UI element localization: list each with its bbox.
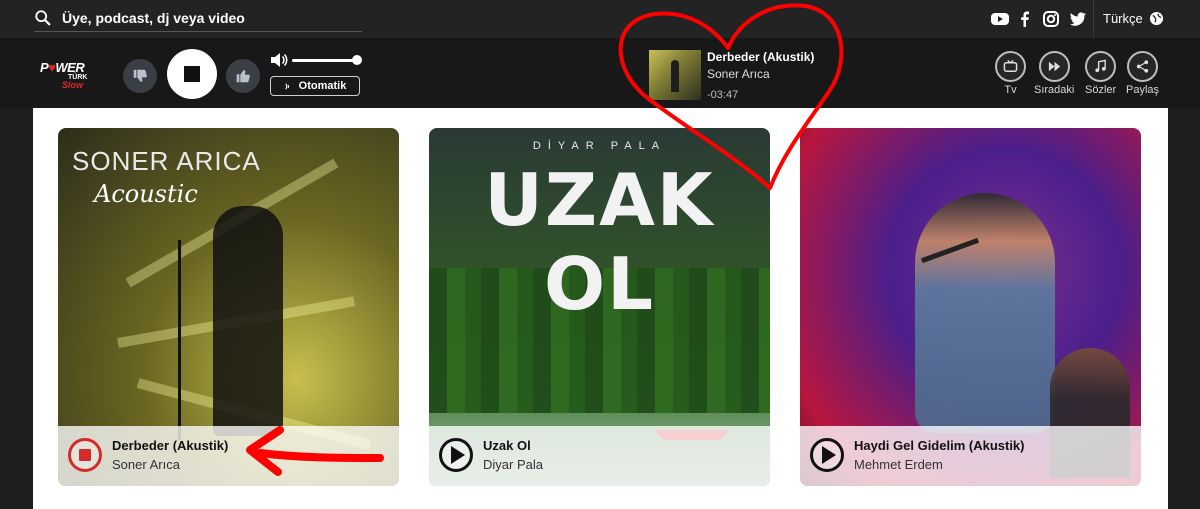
share-icon <box>1136 60 1149 73</box>
song-artist[interactable]: Mehmet Erdem <box>854 457 943 472</box>
volume-slider[interactable] <box>292 59 358 62</box>
play-icon <box>451 446 465 464</box>
singer-photo <box>915 193 1055 433</box>
tv-icon <box>1003 59 1018 72</box>
cover-title-text: UZAK OL <box>484 158 715 326</box>
song-title[interactable]: Haydi Gel Gidelim (Akustik) <box>854 438 1025 453</box>
lyrics-icon <box>1095 59 1106 73</box>
song-card[interactable]: SONER ARICA Acoustic Derbeder (Akustik) … <box>58 128 399 486</box>
search-bar <box>34 4 362 32</box>
like-button[interactable] <box>226 59 260 93</box>
stop-button[interactable] <box>167 49 217 99</box>
now-playing-cover[interactable] <box>649 50 701 100</box>
song-caption: Derbeder (Akustik) Soner Arıca <box>58 426 399 486</box>
top-bar: Türkçe <box>0 0 1200 38</box>
volume-slider-handle[interactable] <box>352 55 362 65</box>
lyrics-button[interactable]: Sözler <box>1085 51 1116 96</box>
autoplay-label: Otomatik <box>298 80 347 92</box>
volume-icon[interactable] <box>270 52 288 68</box>
dislike-button[interactable] <box>123 59 157 93</box>
song-artist[interactable]: Diyar Pala <box>483 457 543 472</box>
thumbs-down-icon <box>133 69 147 82</box>
tv-button[interactable]: Tv <box>995 51 1026 96</box>
lyrics-label: Sözler <box>1085 84 1117 96</box>
mic-stand <box>178 240 181 440</box>
divider <box>1093 0 1094 38</box>
search-input[interactable] <box>62 9 352 26</box>
play-song-button[interactable] <box>439 438 473 472</box>
cover-artist-text: SONER ARICA <box>72 146 261 176</box>
next-icon <box>1048 61 1060 72</box>
song-caption: Uzak Ol Diyar Pala <box>429 426 770 486</box>
twitter-icon[interactable] <box>1068 10 1086 28</box>
share-button[interactable]: Paylaş <box>1126 51 1159 96</box>
language-selector[interactable]: Türkçe <box>1103 11 1164 26</box>
signal-icon <box>284 82 289 90</box>
stop-icon <box>79 449 91 461</box>
singer-silhouette <box>213 206 283 436</box>
search-icon[interactable] <box>34 9 52 27</box>
play-icon <box>822 446 836 464</box>
song-card[interactable]: DİYAR PALA UZAK OL Uzak Ol Diyar Pala <box>429 128 770 486</box>
tv-label: Tv <box>1004 84 1017 96</box>
play-song-button[interactable] <box>810 438 844 472</box>
up-next-button[interactable]: Sıradaki <box>1034 51 1074 96</box>
facebook-icon[interactable] <box>1016 10 1034 28</box>
youtube-icon[interactable] <box>990 10 1009 28</box>
language-label: Türkçe <box>1103 11 1143 26</box>
up-next-label: Sıradaki <box>1034 84 1075 96</box>
thumbs-up-icon <box>236 70 250 83</box>
autoplay-toggle[interactable]: Otomatik <box>270 76 360 96</box>
song-title[interactable]: Uzak Ol <box>483 438 531 453</box>
song-title[interactable]: Derbeder (Akustik) <box>112 438 228 453</box>
song-card[interactable]: Haydi Gel Gidelim (Akustik) Mehmet Erdem <box>800 128 1141 486</box>
powerturk-slow-logo[interactable]: P♥WER TÜRK Slow <box>40 60 98 90</box>
social-links <box>990 10 1086 28</box>
instagram-icon[interactable] <box>1042 10 1060 28</box>
song-caption: Haydi Gel Gidelim (Akustik) Mehmet Erdem <box>800 426 1141 486</box>
logo-wordmark: P♥WER <box>40 60 85 75</box>
globe-icon <box>1149 11 1163 26</box>
now-playing-title: Derbeder (Akustik) <box>707 50 815 64</box>
share-label: Paylaş <box>1126 84 1160 96</box>
now-playing-artist[interactable]: Soner Arıca <box>707 67 770 81</box>
now-playing-time: -03:47 <box>707 89 739 101</box>
song-artist[interactable]: Soner Arıca <box>112 457 180 472</box>
content-area: SONER ARICA Acoustic Derbeder (Akustik) … <box>33 108 1168 509</box>
cover-album-text: Acoustic <box>94 180 198 208</box>
stop-icon <box>184 66 200 82</box>
player-bar: P♥WER TÜRK Slow Otomatik Derbeder (Akust… <box>0 38 1200 108</box>
logo-slow: Slow <box>62 80 84 90</box>
stop-song-button[interactable] <box>68 438 102 472</box>
cover-artist-text: DİYAR PALA <box>532 140 667 152</box>
